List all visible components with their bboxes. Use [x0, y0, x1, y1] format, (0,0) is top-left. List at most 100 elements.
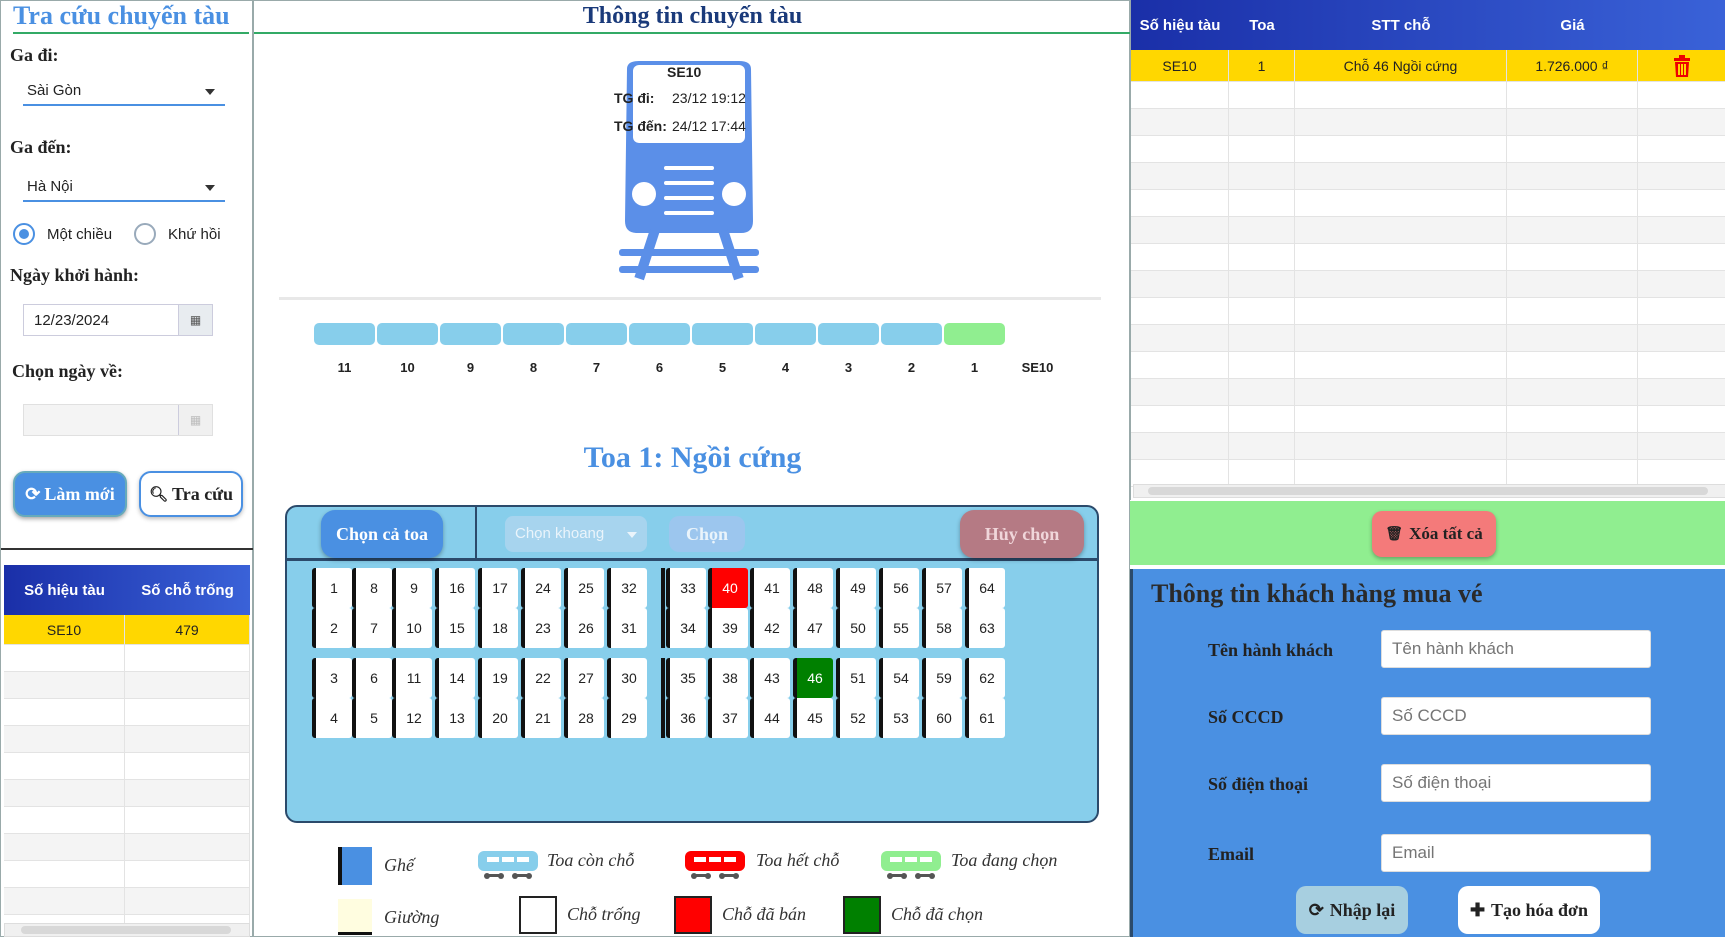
search-button[interactable]: 🔍︎ Tra cứu [139, 471, 243, 517]
reset-form-button[interactable]: ⟳ Nhập lại [1296, 886, 1408, 934]
seat-25[interactable]: 25 [564, 568, 604, 608]
seat-19[interactable]: 19 [478, 658, 518, 698]
seat-61[interactable]: 61 [965, 698, 1005, 738]
seat-39[interactable]: 39 [708, 608, 748, 648]
compartment-select[interactable]: Chọn khoang [505, 516, 647, 552]
car-6[interactable] [629, 323, 690, 345]
seat-59[interactable]: 59 [922, 658, 962, 698]
seat-35[interactable]: 35 [666, 658, 706, 698]
table-row[interactable]: SE10 479 [4, 615, 250, 645]
seat-31[interactable]: 31 [607, 608, 647, 648]
car-1[interactable] [944, 323, 1005, 345]
car-7[interactable] [566, 323, 627, 345]
scrollbar-thumb[interactable] [1148, 487, 1708, 495]
seat-47[interactable]: 47 [793, 608, 833, 648]
scrollbar-thumb[interactable] [21, 926, 231, 934]
seat-1[interactable]: 1 [312, 568, 352, 608]
seat-10[interactable]: 10 [392, 608, 432, 648]
seat-27[interactable]: 27 [564, 658, 604, 698]
seat-63[interactable]: 63 [965, 608, 1005, 648]
seat-3[interactable]: 3 [312, 658, 352, 698]
choose-compartment-button[interactable]: Chọn [669, 516, 745, 552]
cancel-selection-button[interactable]: Hủy chọn [960, 510, 1084, 558]
car-9[interactable] [440, 323, 501, 345]
car-8[interactable] [503, 323, 564, 345]
seat-24[interactable]: 24 [521, 568, 561, 608]
seat-6[interactable]: 6 [352, 658, 392, 698]
seat-41[interactable]: 41 [750, 568, 790, 608]
seat-4[interactable]: 4 [312, 698, 352, 738]
seat-16[interactable]: 16 [435, 568, 475, 608]
seat-32[interactable]: 32 [607, 568, 647, 608]
seat-8[interactable]: 8 [352, 568, 392, 608]
seat-58[interactable]: 58 [922, 608, 962, 648]
seat-42[interactable]: 42 [750, 608, 790, 648]
seat-54[interactable]: 54 [879, 658, 919, 698]
seat-12[interactable]: 12 [392, 698, 432, 738]
create-invoice-button[interactable]: ✚ Tạo hóa đơn [1458, 886, 1600, 934]
seat-13[interactable]: 13 [435, 698, 475, 738]
one-way-radio[interactable]: Một chiều [13, 223, 112, 245]
phone-input[interactable] [1381, 764, 1651, 802]
select-whole-coach-button[interactable]: Chọn cả toa [321, 510, 443, 558]
seat-51[interactable]: 51 [836, 658, 876, 698]
seat-40[interactable]: 40 [708, 568, 748, 608]
depart-date-picker[interactable]: 12/23/2024 ▦ [23, 304, 213, 336]
seat-21[interactable]: 21 [521, 698, 561, 738]
seat-37[interactable]: 37 [708, 698, 748, 738]
horizontal-scrollbar[interactable] [1133, 484, 1725, 498]
seat-7[interactable]: 7 [352, 608, 392, 648]
horizontal-scrollbar[interactable] [4, 923, 250, 937]
seat-28[interactable]: 28 [564, 698, 604, 738]
seat-33[interactable]: 33 [666, 568, 706, 608]
car-2[interactable] [881, 323, 942, 345]
seat-48[interactable]: 48 [793, 568, 833, 608]
seat-30[interactable]: 30 [607, 658, 647, 698]
seat-45[interactable]: 45 [793, 698, 833, 738]
seat-64[interactable]: 64 [965, 568, 1005, 608]
seat-29[interactable]: 29 [607, 698, 647, 738]
seat-23[interactable]: 23 [521, 608, 561, 648]
table-row[interactable]: SE10 1 Chỗ 46 Ngồi cứng 1.726.000 ₫ [1131, 50, 1725, 82]
seat-56[interactable]: 56 [879, 568, 919, 608]
trash-icon[interactable] [1673, 54, 1691, 77]
seat-55[interactable]: 55 [879, 608, 919, 648]
seat-38[interactable]: 38 [708, 658, 748, 698]
refresh-button[interactable]: ⟳ Làm mới [13, 471, 127, 517]
seat-14[interactable]: 14 [435, 658, 475, 698]
seat-18[interactable]: 18 [478, 608, 518, 648]
seat-5[interactable]: 5 [352, 698, 392, 738]
seat-43[interactable]: 43 [750, 658, 790, 698]
email-input[interactable] [1381, 834, 1651, 872]
seat-20[interactable]: 20 [478, 698, 518, 738]
seat-53[interactable]: 53 [879, 698, 919, 738]
seat-52[interactable]: 52 [836, 698, 876, 738]
seat-57[interactable]: 57 [922, 568, 962, 608]
seat-26[interactable]: 26 [564, 608, 604, 648]
seat-49[interactable]: 49 [836, 568, 876, 608]
seat-9[interactable]: 9 [392, 568, 432, 608]
passenger-name-input[interactable] [1381, 630, 1651, 668]
clear-all-button[interactable]: 🗑︎ Xóa tất cả [1372, 511, 1496, 557]
seat-44[interactable]: 44 [750, 698, 790, 738]
return-date-picker[interactable]: ▦ [23, 404, 213, 436]
car-11[interactable] [314, 323, 375, 345]
seat-22[interactable]: 22 [521, 658, 561, 698]
calendar-icon[interactable]: ▦ [178, 305, 212, 335]
seat-34[interactable]: 34 [666, 608, 706, 648]
to-station-select[interactable]: Hà Nội [23, 172, 225, 202]
seat-2[interactable]: 2 [312, 608, 352, 648]
car-10[interactable] [377, 323, 438, 345]
seat-46[interactable]: 46 [793, 658, 833, 698]
car-3[interactable] [818, 323, 879, 345]
from-station-select[interactable]: Sài Gòn [23, 76, 225, 106]
round-trip-radio[interactable]: Khứ hồi [134, 223, 221, 245]
id-number-input[interactable] [1381, 697, 1651, 735]
seat-36[interactable]: 36 [666, 698, 706, 738]
car-5[interactable] [692, 323, 753, 345]
seat-60[interactable]: 60 [922, 698, 962, 738]
car-4[interactable] [755, 323, 816, 345]
seat-15[interactable]: 15 [435, 608, 475, 648]
seat-50[interactable]: 50 [836, 608, 876, 648]
seat-11[interactable]: 11 [392, 658, 432, 698]
